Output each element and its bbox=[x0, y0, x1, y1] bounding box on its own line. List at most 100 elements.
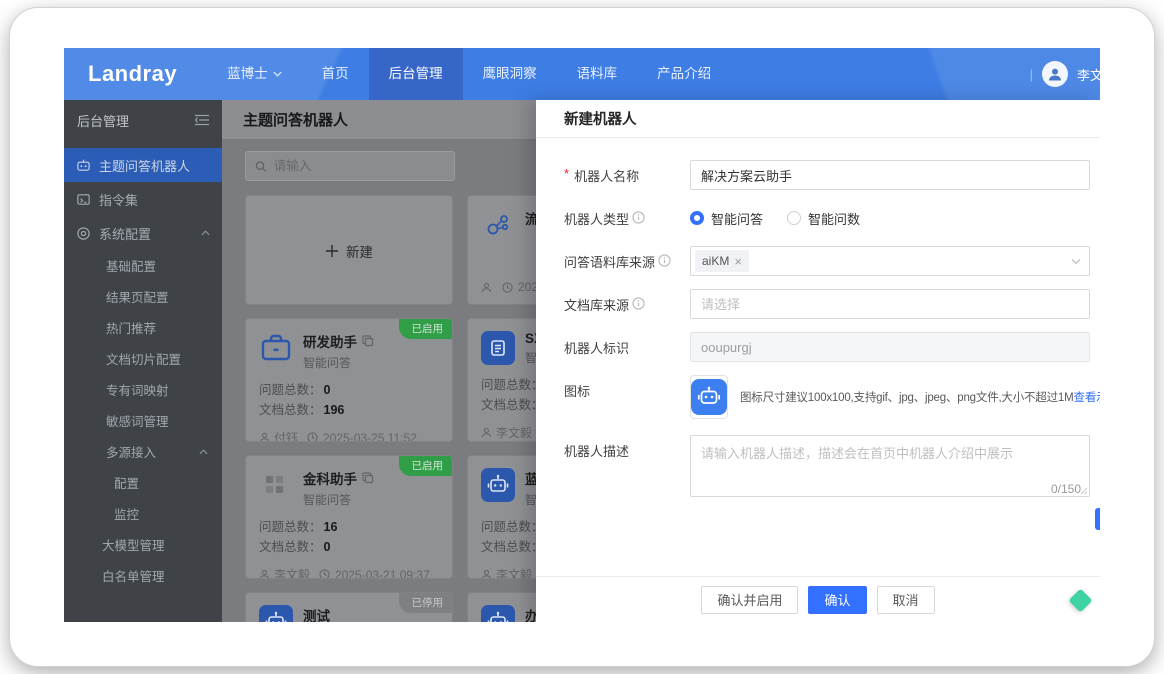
sidebar-item-command-set[interactable]: 指令集 bbox=[64, 182, 222, 216]
sidebar-header: 后台管理 bbox=[64, 100, 222, 140]
form-row-type: 机器人类型 智能问答 智能问数 bbox=[564, 203, 1090, 233]
nav-item-product[interactable]: 产品介绍 bbox=[637, 48, 731, 100]
clock-icon bbox=[319, 569, 330, 579]
divider: | bbox=[1030, 67, 1033, 82]
radio-smart-qa[interactable]: 智能问答 bbox=[690, 209, 763, 228]
create-robot-form: *机器人名称 机器人类型 智能问答 智能问数 问答语料库来源 bbox=[536, 138, 1100, 502]
sidebar-item-sensitive-words[interactable]: 敏感词管理 bbox=[64, 405, 222, 436]
command-set-icon bbox=[76, 192, 91, 207]
person-icon bbox=[1047, 66, 1063, 82]
robot-name-input[interactable] bbox=[690, 160, 1090, 190]
user-name[interactable]: 李文毅 bbox=[1077, 65, 1100, 84]
copy-icon[interactable] bbox=[362, 335, 374, 347]
chevron-up-icon bbox=[201, 230, 210, 236]
sidebar-item-llm-management[interactable]: 大模型管理 bbox=[64, 529, 222, 560]
nav-item-lanboshi[interactable]: 蓝博士 bbox=[207, 48, 302, 100]
page-title: 主题问答机器人 bbox=[243, 109, 348, 130]
sidebar-menu: 主题问答机器人 指令集 系统配置 基础配置 结果页配置 热门推荐 文档切片配置 … bbox=[64, 140, 222, 591]
sidebar-item-ms-config[interactable]: 配置 bbox=[64, 467, 222, 498]
sidebar-item-system-config[interactable]: 系统配置 bbox=[64, 216, 222, 250]
form-row-corpus: 问答语料库来源 aiKM × bbox=[564, 246, 1090, 276]
confirm-and-enable-button[interactable]: 确认并启用 bbox=[701, 586, 798, 614]
robot-icon bbox=[481, 468, 515, 502]
robot-icon bbox=[76, 158, 91, 173]
document-icon bbox=[481, 331, 515, 365]
status-badge: 已停用 bbox=[399, 593, 453, 613]
landray-logo: Landray bbox=[88, 61, 177, 87]
icon-hint-text: 图标尺寸建议100x100,支持gif、jpg、jpeg、png文件,大小不超过… bbox=[740, 389, 1100, 405]
floating-widget-edge[interactable] bbox=[1095, 508, 1100, 530]
sidebar-item-result-page-config[interactable]: 结果页配置 bbox=[64, 281, 222, 312]
close-icon[interactable]: × bbox=[734, 254, 742, 269]
person-icon bbox=[259, 569, 270, 579]
robot-desc-textarea[interactable] bbox=[690, 435, 1090, 497]
nav-item-admin[interactable]: 后台管理 bbox=[369, 48, 463, 100]
sidebar: 后台管理 主题问答机器人 指令集 系统配置 基础配置 结果页配置 热门推荐 bbox=[64, 100, 222, 622]
nav-user-area: | 李文毅 bbox=[1030, 48, 1100, 100]
sidebar-title: 后台管理 bbox=[77, 111, 129, 130]
search-icon bbox=[255, 160, 267, 173]
drawer-footer: 确认并启用 确认 取消 bbox=[536, 576, 1100, 622]
person-icon bbox=[259, 432, 270, 442]
char-counter: 0/150 bbox=[1051, 482, 1081, 496]
drawer-title: 新建机器人 bbox=[536, 100, 1100, 138]
copy-icon[interactable] bbox=[362, 472, 374, 484]
cancel-button[interactable]: 取消 bbox=[877, 586, 935, 614]
resize-handle[interactable] bbox=[1080, 482, 1088, 500]
radio-smart-data[interactable]: 智能问数 bbox=[787, 209, 860, 228]
nav-menu: 蓝博士 首页 后台管理 鹰眼洞察 语料库 产品介绍 bbox=[207, 48, 731, 100]
robot-icon bbox=[259, 605, 293, 622]
view-example-link[interactable]: 查看示例 bbox=[1074, 392, 1100, 404]
clock-icon bbox=[502, 282, 513, 293]
robot-code-input bbox=[690, 332, 1090, 362]
create-robot-card[interactable]: 新建 bbox=[245, 195, 453, 305]
info-icon[interactable] bbox=[658, 254, 671, 267]
icon-upload-button[interactable] bbox=[690, 375, 728, 419]
sidebar-item-doc-slice-config[interactable]: 文档切片配置 bbox=[64, 343, 222, 374]
sidebar-item-term-mapping[interactable]: 专有词映射 bbox=[64, 374, 222, 405]
sidebar-item-ms-monitor[interactable]: 监控 bbox=[64, 498, 222, 529]
radio-dot bbox=[787, 211, 801, 225]
robot-card-rd[interactable]: 已启用 研发助手 智能问答 问题总数：0 bbox=[245, 318, 453, 442]
form-row-code: 机器人标识 bbox=[564, 332, 1090, 362]
person-icon bbox=[481, 569, 492, 579]
top-navbar: Landray 蓝博士 首页 后台管理 鹰眼洞察 语料库 产品介绍 | 李文毅 bbox=[64, 48, 1100, 100]
user-avatar[interactable] bbox=[1042, 61, 1068, 87]
status-badge: 已启用 bbox=[399, 319, 453, 339]
info-icon[interactable] bbox=[632, 211, 645, 224]
chevron-down-icon bbox=[273, 71, 282, 77]
status-badge: 已启用 bbox=[399, 456, 453, 476]
grid-logo-icon bbox=[259, 468, 293, 502]
form-row-icon: 图标 图标尺寸建议100x100,支持gif、jpg、jpeg、png文件,大小… bbox=[564, 375, 1090, 419]
confirm-button[interactable]: 确认 bbox=[808, 586, 866, 614]
search-input[interactable] bbox=[274, 159, 445, 173]
required-asterisk: * bbox=[564, 166, 569, 181]
selected-tag: aiKM × bbox=[695, 250, 749, 272]
search-box[interactable] bbox=[245, 151, 455, 181]
robot-avatar-icon bbox=[691, 379, 727, 415]
nav-item-corpus[interactable]: 语料库 bbox=[557, 48, 638, 100]
corpus-source-select[interactable]: aiKM × bbox=[690, 246, 1090, 276]
robot-card-jinke[interactable]: 已启用 金科助手 智能问答 问题总数：16 bbox=[245, 455, 453, 579]
collapse-sidebar-icon[interactable] bbox=[195, 114, 209, 126]
chevron-down-icon bbox=[1071, 258, 1081, 265]
nav-item-home[interactable]: 首页 bbox=[302, 48, 369, 100]
person-icon bbox=[481, 282, 492, 293]
doclib-source-input[interactable] bbox=[690, 289, 1090, 319]
app-window: Landray 蓝博士 首页 后台管理 鹰眼洞察 语料库 产品介绍 | 李文毅 … bbox=[64, 48, 1100, 622]
clock-icon bbox=[307, 432, 318, 442]
chevron-up-icon bbox=[199, 449, 208, 455]
robot-icon bbox=[481, 605, 515, 622]
form-row-desc: 机器人描述 0/150 bbox=[564, 435, 1090, 502]
radio-dot bbox=[690, 211, 704, 225]
info-icon[interactable] bbox=[632, 297, 645, 310]
robot-card-test[interactable]: 已停用 测试 智能问数 bbox=[245, 592, 453, 622]
sidebar-item-basic-config[interactable]: 基础配置 bbox=[64, 250, 222, 281]
sidebar-item-multi-source[interactable]: 多源接入 bbox=[64, 436, 222, 467]
nav-item-insight[interactable]: 鹰眼洞察 bbox=[463, 48, 557, 100]
sidebar-item-hot-recommend[interactable]: 热门推荐 bbox=[64, 312, 222, 343]
plus-icon bbox=[325, 244, 339, 258]
sidebar-item-whitelist[interactable]: 白名单管理 bbox=[64, 560, 222, 591]
form-row-doclib: 文档库来源 bbox=[564, 289, 1090, 319]
sidebar-item-topic-qa-robot[interactable]: 主题问答机器人 bbox=[64, 148, 222, 182]
